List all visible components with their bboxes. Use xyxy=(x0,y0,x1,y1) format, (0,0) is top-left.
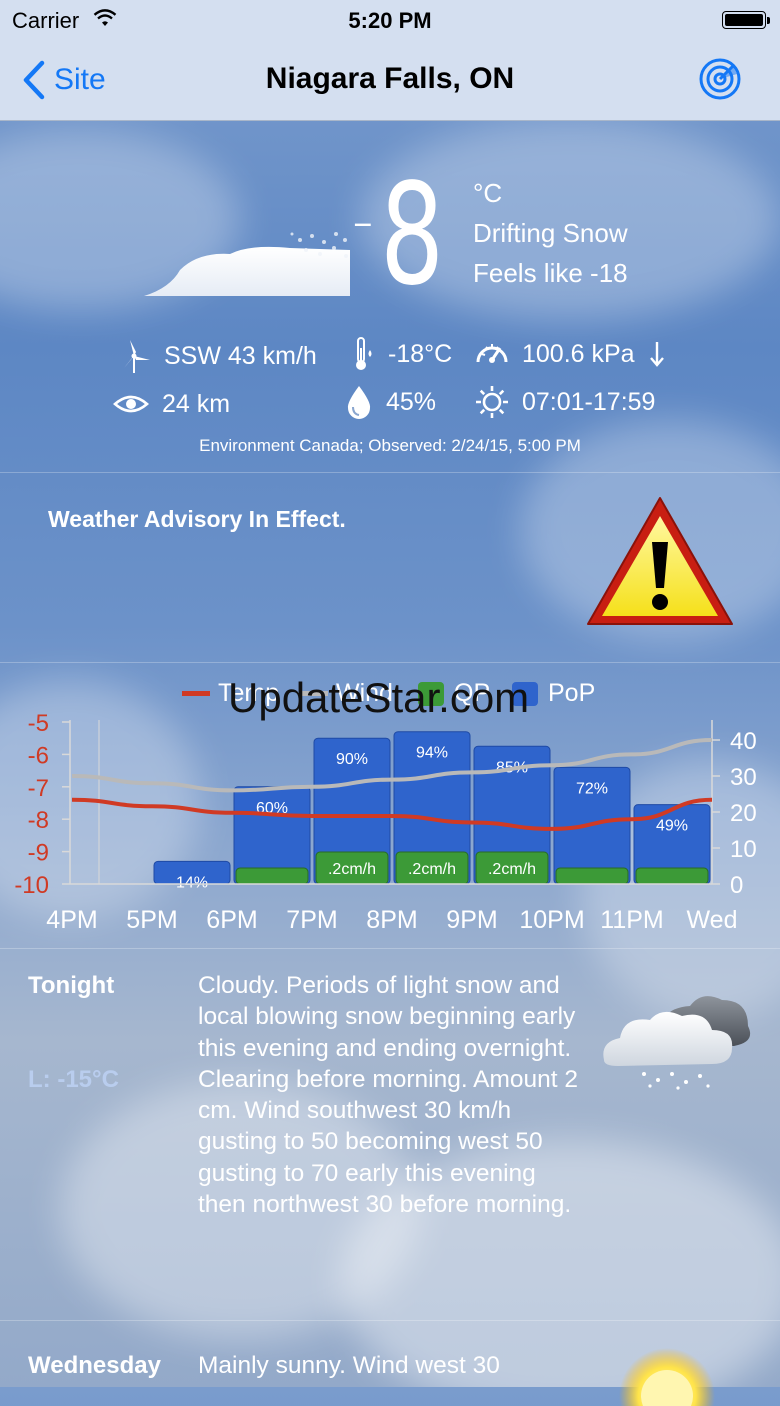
feels-like: Feels like -18 xyxy=(473,258,628,288)
current-condition: Drifting Snow xyxy=(473,218,628,248)
radar-icon xyxy=(699,58,741,100)
x-axis-tick-label: 11PM xyxy=(600,906,663,934)
x-axis-tick-label: 4PM xyxy=(46,906,97,934)
eye-icon xyxy=(113,395,149,413)
sun-icon xyxy=(619,1348,715,1406)
qp-bar xyxy=(555,867,629,885)
right-axis-tick-label: 10 xyxy=(730,836,757,863)
left-axis-tick-label: -8 xyxy=(28,807,49,834)
x-axis-tick-label: 6PM xyxy=(206,906,257,934)
wind-metric: SSW 43 km/h xyxy=(116,338,317,374)
forecast-day-wednesday: Wednesday xyxy=(28,1352,161,1379)
left-axis-tick-label: -9 xyxy=(28,840,49,867)
drifting-snow-icon xyxy=(144,232,350,296)
observation-source: Environment Canada; Observed: 2/24/15, 5… xyxy=(199,436,581,455)
cloud-snow-icon xyxy=(603,996,751,1090)
status-bar: Carrier 5:20 PM xyxy=(0,0,780,40)
wind-value: SSW 43 km/h xyxy=(164,341,317,370)
qp-bar-label: .2cm/h xyxy=(488,861,536,878)
sun-times-value: 07:01-17:59 xyxy=(522,387,656,416)
battery-icon xyxy=(722,11,770,29)
divider xyxy=(0,472,780,473)
forecast-text-tonight: Cloudy. Periods of light snow and local … xyxy=(198,972,578,1219)
qp-bar xyxy=(235,867,309,885)
divider xyxy=(0,1320,780,1321)
visibility-metric: 24 km xyxy=(112,386,230,422)
pop-bar-label: 14% xyxy=(176,874,208,891)
right-axis-tick-label: 0 xyxy=(730,872,743,899)
water-drop-icon xyxy=(347,386,371,419)
legend-line-temp xyxy=(182,691,210,696)
qp-bar-label: .2cm/h xyxy=(408,861,456,878)
humidity-metric: 45% xyxy=(344,384,436,420)
x-axis-tick-label: 8PM xyxy=(366,906,417,934)
temperature-sign: - xyxy=(352,186,374,256)
forecast-text-wednesday: Mainly sunny. Wind west 30 xyxy=(198,1352,500,1379)
gauge-icon xyxy=(476,344,508,363)
visibility-value: 24 km xyxy=(162,389,231,418)
page-title: Niagara Falls, ON xyxy=(265,62,515,95)
pop-bar-label: 49% xyxy=(656,818,688,835)
wind-turbine-icon xyxy=(124,340,150,373)
warning-icon[interactable] xyxy=(582,492,738,636)
qp-bar-label: .2cm/h xyxy=(328,861,376,878)
pop-bar-label: 90% xyxy=(336,751,368,768)
pressure-value: 100.6 kPa xyxy=(522,339,635,368)
pop-bar-label: 94% xyxy=(416,745,448,762)
divider xyxy=(0,948,780,949)
weather-advisory-link[interactable]: Weather Advisory In Effect. xyxy=(48,506,346,533)
thermometer-icon xyxy=(356,337,372,370)
x-axis-tick-label: Wed xyxy=(687,906,738,934)
dewpoint-metric: -18°C xyxy=(348,336,452,372)
divider xyxy=(0,662,780,663)
pressure-metric: 100.6 kPa xyxy=(474,336,667,372)
legend-label-pop: PoP xyxy=(548,679,595,707)
left-axis-tick-label: -6 xyxy=(28,742,49,769)
forecast-low: L: -15°C xyxy=(28,1066,119,1093)
x-axis-tick-label: 10PM xyxy=(519,906,584,934)
radar-button[interactable] xyxy=(697,56,743,107)
qp-bar xyxy=(635,867,709,885)
current-temperature: 8 xyxy=(380,154,444,317)
watermark: UpdateStar.com xyxy=(228,674,530,721)
right-axis-tick-label: 30 xyxy=(730,764,757,791)
pop-bar-label: 72% xyxy=(576,780,608,797)
temperature-unit: °C xyxy=(473,178,503,208)
x-axis-tick-label: 5PM xyxy=(126,906,177,934)
status-time: 5:20 PM xyxy=(348,8,432,33)
left-axis-tick-label: -5 xyxy=(28,710,49,737)
sun-metric: 07:01-17:59 xyxy=(474,384,655,420)
x-axis-tick-label: 9PM xyxy=(446,906,497,934)
humidity-value: 45% xyxy=(386,387,437,416)
arrow-down-icon xyxy=(649,342,664,367)
left-axis-tick-label: -7 xyxy=(28,775,49,802)
right-axis-tick-label: 40 xyxy=(730,728,757,755)
dewpoint-value: -18°C xyxy=(388,339,453,368)
navigation-bar: Site Niagara Falls, ON xyxy=(0,40,780,121)
left-axis-tick-label: -10 xyxy=(14,872,49,899)
sunrise-sunset-icon xyxy=(476,386,508,418)
right-axis-tick-label: 20 xyxy=(730,800,757,827)
forecast-day-tonight: Tonight xyxy=(28,972,115,999)
x-axis-tick-label: 7PM xyxy=(286,906,337,934)
